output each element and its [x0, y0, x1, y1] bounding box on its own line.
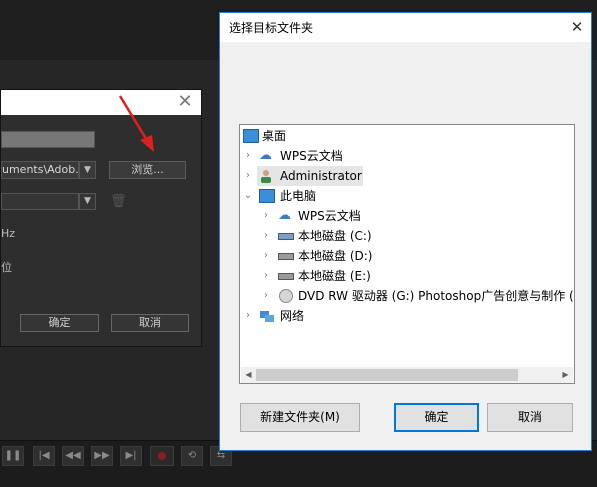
- tree-item-drive-c[interactable]: › 本地磁盘 (C:): [240, 226, 574, 246]
- disc-icon: [279, 289, 293, 303]
- network-icon: [259, 309, 275, 323]
- tree-item-administrator[interactable]: Administrator: [257, 166, 363, 186]
- chevron-down-icon[interactable]: ▼: [79, 161, 96, 179]
- tree-item-wps-cloud-pc[interactable]: › ☁ WPS云文档: [240, 206, 574, 226]
- chevron-right-icon[interactable]: ›: [261, 206, 271, 226]
- chevron-right-icon[interactable]: ›: [261, 246, 271, 266]
- folder-tree[interactable]: 桌面 › ☁ WPS云文档 Administrator › ⌄ 此电脑 › ☁ …: [239, 124, 575, 384]
- chevron-right-icon[interactable]: ›: [261, 226, 271, 246]
- close-icon[interactable]: ✕: [175, 91, 195, 113]
- tree-item-label: 此电脑: [280, 189, 317, 203]
- chevron-down-icon[interactable]: ▼: [79, 193, 96, 210]
- tree-item-label: 本地磁盘 (E:): [298, 269, 371, 283]
- adobe-dialog-titlebar: ✕: [1, 90, 201, 115]
- chevron-down-icon[interactable]: ⌄: [243, 186, 253, 206]
- record-icon: [158, 452, 166, 460]
- computer-icon: [259, 189, 275, 203]
- adobe-ok-button[interactable]: 确定: [20, 314, 99, 332]
- close-icon[interactable]: ✕: [566, 16, 588, 38]
- scroll-left-icon[interactable]: ◀: [241, 367, 256, 383]
- annotation-arrow: [118, 95, 154, 152]
- drive-icon: [278, 253, 294, 260]
- chevron-right-icon[interactable]: ›: [261, 266, 271, 286]
- tree-item-label: 本地磁盘 (D:): [298, 249, 373, 263]
- name-field[interactable]: [1, 131, 95, 148]
- cancel-button[interactable]: 取消: [487, 403, 573, 432]
- drive-icon: [278, 273, 294, 280]
- new-folder-button[interactable]: 新建文件夹(M): [240, 403, 360, 432]
- tree-item-network[interactable]: › 网络: [240, 306, 574, 326]
- tree-item-dvd-drive[interactable]: › DVD RW 驱动器 (G:) Photoshop广告创意与制作 (: [240, 286, 574, 306]
- trash-icon[interactable]: 🗑: [110, 194, 127, 209]
- cloud-icon: ☁: [259, 148, 272, 163]
- go-to-start-button[interactable]: |◀: [33, 446, 55, 466]
- ok-button[interactable]: 确定: [394, 403, 479, 432]
- desktop-icon: [243, 129, 259, 143]
- tree-item-desktop[interactable]: 桌面: [240, 126, 574, 146]
- tree-item-wps-cloud[interactable]: › ☁ WPS云文档: [240, 146, 574, 166]
- cloud-icon: ☁: [278, 208, 291, 223]
- record-button[interactable]: [150, 446, 174, 466]
- tree-item-this-pc[interactable]: ⌄ 此电脑: [240, 186, 574, 206]
- loop-button[interactable]: ⟲: [181, 446, 203, 466]
- tree-item-drive-e[interactable]: › 本地磁盘 (E:): [240, 266, 574, 286]
- tree-item-label: 桌面: [262, 129, 287, 143]
- chevron-right-icon[interactable]: ›: [261, 286, 271, 306]
- chevron-right-icon[interactable]: ›: [243, 306, 253, 326]
- location-path-field[interactable]: uments\Adob...: [1, 161, 79, 179]
- chevron-right-icon[interactable]: ›: [243, 146, 253, 166]
- horizontal-scrollbar[interactable]: ◀ ▶: [241, 367, 573, 383]
- scrollbar-thumb[interactable]: [256, 369, 518, 381]
- tree-item-label: WPS云文档: [298, 209, 361, 223]
- fast-forward-button[interactable]: ▶▶: [91, 446, 113, 466]
- tree-item-label: WPS云文档: [280, 149, 343, 163]
- user-icon: [259, 169, 273, 183]
- adobe-dialog: ✕ uments\Adob... ▼ 浏览... ▼ 🗑 Hz 位 确定 取消: [0, 89, 202, 347]
- select-folder-dialog: 选择目标文件夹 ✕ 桌面 › ☁ WPS云文档 Administrator › …: [219, 12, 592, 451]
- rewind-button[interactable]: ◀◀: [62, 446, 84, 466]
- system-drive-icon: [278, 233, 294, 240]
- tree-item-label: 本地磁盘 (C:): [298, 229, 372, 243]
- adobe-cancel-button[interactable]: 取消: [111, 314, 189, 332]
- format-select[interactable]: [1, 193, 79, 210]
- bit-depth-label: 位: [1, 261, 12, 274]
- dialog-titlebar: 选择目标文件夹 ✕: [220, 13, 591, 42]
- tree-item-label: 网络: [280, 309, 305, 323]
- tree-item-label: DVD RW 驱动器 (G:) Photoshop广告创意与制作 (: [298, 289, 574, 303]
- browse-button[interactable]: 浏览...: [109, 161, 186, 179]
- scroll-right-icon[interactable]: ▶: [558, 367, 573, 383]
- tree-item-label: Administrator: [280, 169, 362, 183]
- chevron-right-icon[interactable]: ›: [243, 166, 253, 186]
- pause-button[interactable]: ❚❚: [2, 446, 24, 466]
- dialog-title: 选择目标文件夹: [229, 21, 314, 35]
- sample-rate-label: Hz: [1, 227, 16, 240]
- tree-item-drive-d[interactable]: › 本地磁盘 (D:): [240, 246, 574, 266]
- go-to-end-button[interactable]: ▶|: [120, 446, 142, 466]
